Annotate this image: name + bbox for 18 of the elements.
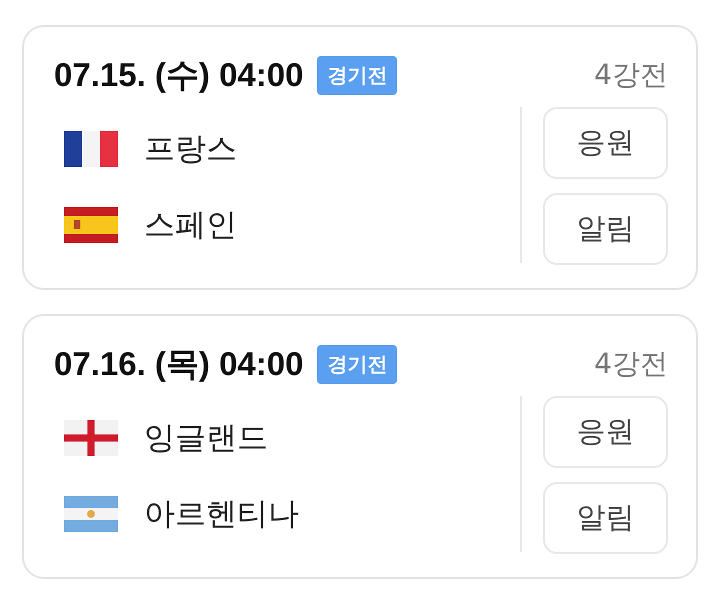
round-label: 4강전 — [594, 57, 668, 93]
match-datetime: 07.16. (목) 04:00 — [54, 344, 304, 384]
team-name: 스페인 — [144, 206, 237, 245]
action-button[interactable]: 알림 — [543, 482, 668, 554]
match-datetime: 07.15. (수) 04:00 — [54, 54, 304, 95]
flag-icon — [64, 207, 118, 243]
action-button[interactable]: 알림 — [543, 193, 668, 265]
flag-icon — [64, 496, 118, 532]
round-label: 4강전 — [594, 346, 668, 382]
action-button[interactable]: 응원 — [543, 396, 668, 468]
team-name: 프랑스 — [144, 130, 237, 169]
flag-icon — [64, 420, 118, 456]
team-name: 잉글랜드 — [144, 419, 268, 458]
status-badge: 경기전 — [317, 344, 398, 384]
action-button[interactable]: 응원 — [543, 107, 668, 179]
team-name: 아르헨티나 — [144, 495, 299, 534]
status-badge: 경기전 — [317, 56, 398, 94]
flag-icon — [64, 131, 118, 167]
